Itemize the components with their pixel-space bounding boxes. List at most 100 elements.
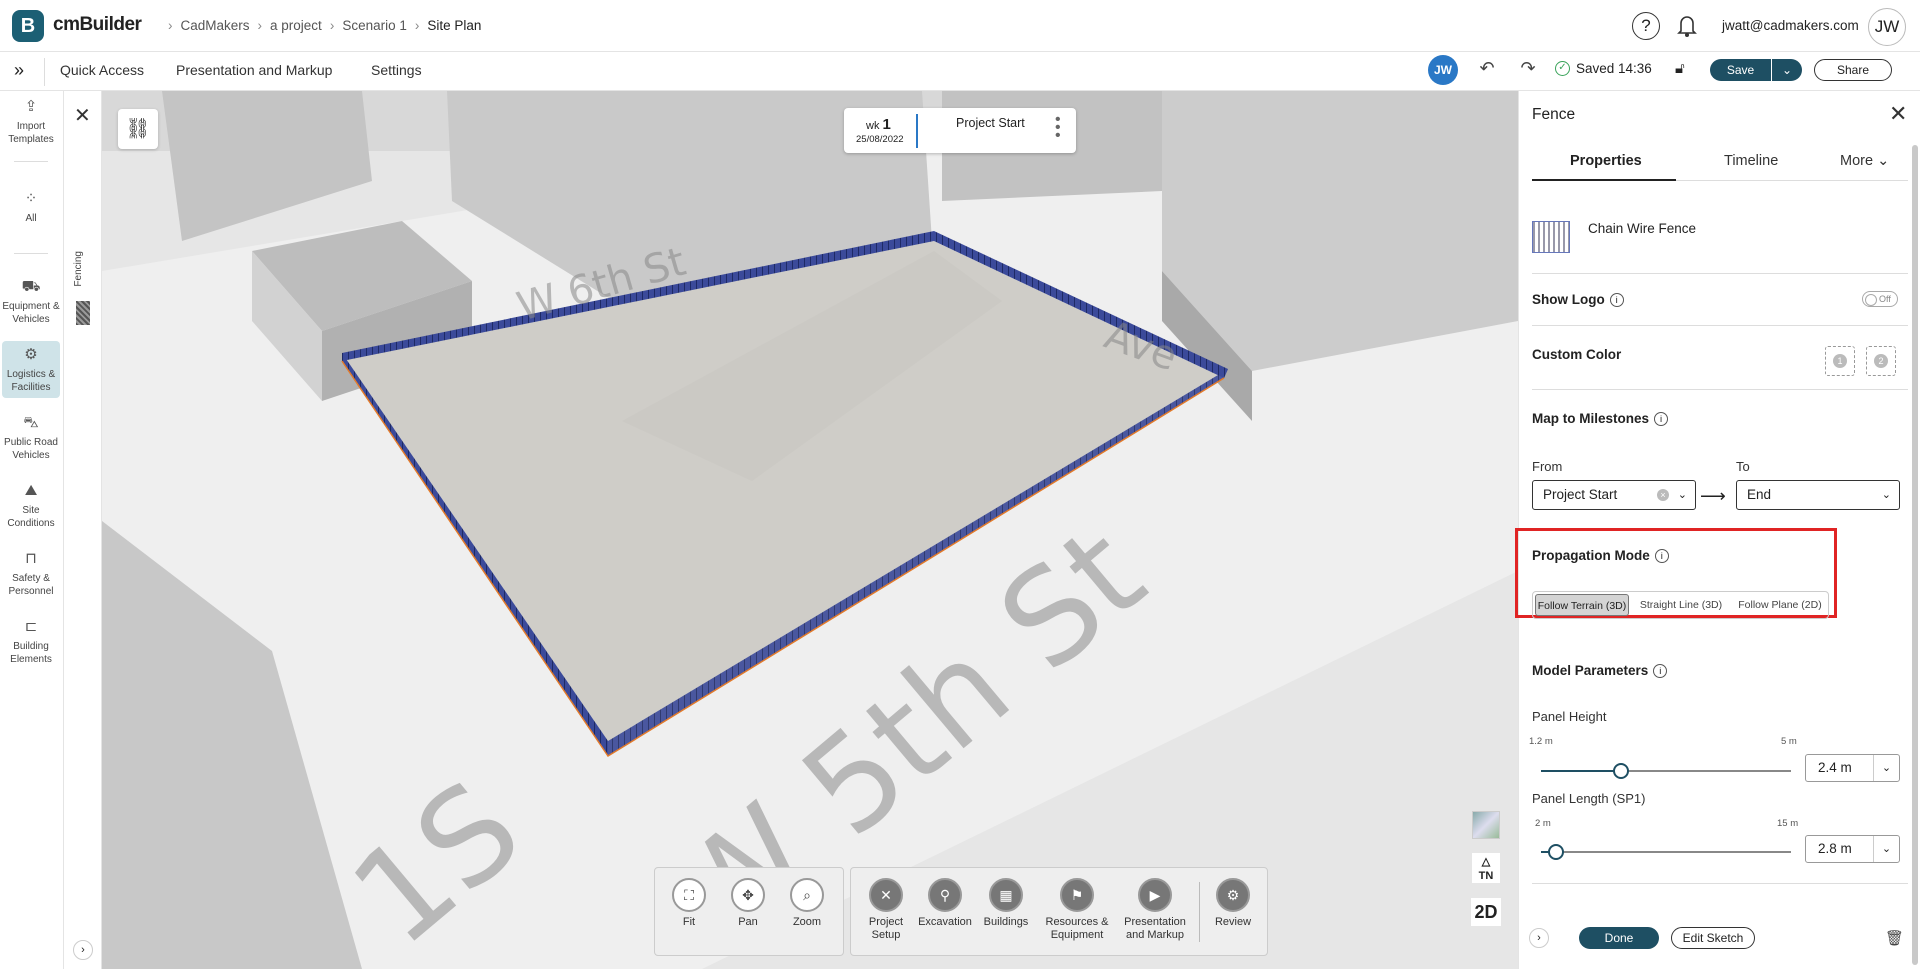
category-label: Fencing	[73, 251, 84, 287]
tab-more[interactable]: More ⌄	[1840, 153, 1889, 169]
panel-length-label: Panel Length (SP1)	[1532, 791, 1646, 806]
timeline-card[interactable]: wk 1 25/08/2022 Project Start • • •	[844, 108, 1076, 153]
avatar[interactable]: JW	[1868, 8, 1906, 46]
kebab-menu-icon[interactable]: • • •	[1055, 112, 1061, 144]
to-label: To	[1736, 459, 1750, 474]
expand-icon[interactable]: »	[14, 60, 24, 81]
excavation-button[interactable]: ⚲ Excavation	[915, 878, 975, 929]
car-icon: ⛍	[23, 414, 39, 431]
menu-settings[interactable]: Settings	[371, 62, 422, 78]
slider-min-label: 2 m	[1535, 818, 1551, 829]
menu-quick-access[interactable]: Quick Access	[60, 62, 144, 78]
panel-scrollbar[interactable]	[1912, 145, 1918, 965]
panel-length-slider[interactable]	[1541, 844, 1791, 860]
presentation-markup-button[interactable]: ▶ Presentation and Markup	[1119, 878, 1191, 941]
panel-title: Fence	[1532, 106, 1576, 123]
straight-line-option[interactable]: Straight Line (3D)	[1633, 594, 1729, 616]
custom-color-slot-2[interactable]: 2	[1866, 346, 1896, 376]
rail-logistics-facilities[interactable]: ⚙ Logistics & Facilities	[2, 341, 60, 398]
review-button[interactable]: ⚙ Review	[1203, 878, 1263, 929]
help-icon[interactable]: ?	[1632, 12, 1660, 40]
trash-icon[interactable]: 🗑︎	[1885, 929, 1904, 947]
3d-viewport[interactable]: W 6th St Ave 1S W 5th St ⛓︎ wk 1 25/08/2…	[102, 91, 1518, 969]
to-milestone-select[interactable]: End ⌄	[1736, 480, 1900, 510]
fit-button[interactable]: ⛶ Fit	[659, 878, 719, 929]
color-slot-number: 2	[1874, 354, 1888, 368]
save-button[interactable]: Save	[1710, 59, 1771, 81]
north-arrow-icon: △	[1481, 856, 1491, 868]
done-button[interactable]: Done	[1579, 927, 1659, 949]
menu-presentation-markup[interactable]: Presentation and Markup	[176, 62, 332, 78]
slider-handle[interactable]	[1613, 763, 1629, 779]
breadcrumb-item[interactable]: Scenario 1	[342, 18, 407, 33]
share-button[interactable]: Share	[1814, 59, 1892, 81]
show-logo-toggle[interactable]: Off	[1862, 291, 1898, 307]
review-icon: ⚙	[1216, 878, 1250, 912]
tab-timeline[interactable]: Timeline	[1724, 153, 1778, 169]
2d-toggle-button[interactable]: 2D	[1471, 898, 1501, 926]
breadcrumb-item[interactable]: CadMakers	[181, 18, 250, 33]
breadcrumb-item[interactable]: a project	[270, 18, 322, 33]
tool-label: Buildings	[983, 916, 1029, 928]
rail-site-conditions[interactable]: ⛰ Site Conditions	[2, 481, 60, 530]
user-badge[interactable]: JW	[1428, 55, 1458, 85]
panel-length-select[interactable]: 2.8 m ⌄	[1805, 835, 1900, 863]
model-parameters-label: Model Parameters i	[1532, 663, 1668, 679]
buildings-button[interactable]: ▦ Buildings	[976, 878, 1036, 929]
project-setup-button[interactable]: ✕ Project Setup	[856, 878, 916, 941]
chevron-down-icon: ⌄	[1881, 489, 1891, 501]
rail-building-elements[interactable]: ⊏ Building Elements	[2, 617, 60, 666]
rail-safety-personnel[interactable]: ⊓ Safety & Personnel	[2, 549, 60, 598]
active-tab-indicator	[1532, 179, 1676, 181]
follow-plane-option[interactable]: Follow Plane (2D)	[1733, 594, 1827, 616]
tab-properties[interactable]: Properties	[1570, 153, 1642, 169]
follow-terrain-option[interactable]: Follow Terrain (3D)	[1535, 594, 1629, 616]
resources-equipment-button[interactable]: ⚑ Resources & Equipment	[1042, 878, 1112, 941]
redo-icon[interactable]: ↷	[1515, 58, 1541, 84]
to-milestone-value: End	[1747, 487, 1772, 502]
info-icon[interactable]: i	[1654, 549, 1669, 564]
info-icon[interactable]: i	[1609, 293, 1624, 308]
tn-label: TN	[1478, 870, 1494, 882]
tool-label: Review	[1214, 916, 1252, 928]
from-milestone-select[interactable]: Project Start × ⌄	[1532, 480, 1696, 510]
chevron-right-icon[interactable]: ›	[73, 940, 93, 960]
close-icon[interactable]: ✕	[74, 103, 91, 128]
custom-color-slot-1[interactable]: 1	[1825, 346, 1855, 376]
rail-public-road-vehicles[interactable]: ⛍ Public Road Vehicles	[2, 413, 60, 462]
panel-height-select[interactable]: 2.4 m ⌄	[1805, 754, 1900, 782]
slider-handle[interactable]	[1548, 844, 1564, 860]
slider-fill	[1541, 770, 1621, 772]
chevron-down-icon: ⌄	[1873, 836, 1899, 862]
fit-icon: ⛶	[672, 878, 706, 912]
zoom-button[interactable]: ⌕ Zoom	[777, 878, 837, 929]
pan-button[interactable]: ✥ Pan	[718, 878, 778, 929]
info-icon[interactable]: i	[1653, 664, 1668, 679]
undo-icon[interactable]: ↶	[1474, 58, 1500, 84]
rail-all[interactable]: ⁘ All	[2, 189, 60, 225]
map-style-thumbnail[interactable]	[1472, 811, 1500, 839]
slider-max-label: 5 m	[1781, 736, 1797, 747]
navigation-toolbar: ⛶ Fit ✥ Pan ⌕ Zoom	[654, 867, 844, 956]
chevron-right-icon[interactable]: ›	[1529, 928, 1549, 948]
tool-label: Project Setup	[868, 916, 904, 941]
save-dropdown-button[interactable]: ⌄	[1772, 59, 1802, 81]
close-icon[interactable]: ✕	[1889, 101, 1907, 127]
bell-icon[interactable]	[1672, 10, 1702, 40]
chain-wire-fence-icon	[1532, 221, 1570, 253]
hierarchy-tree-button[interactable]: ⛓︎	[118, 109, 158, 149]
panel-height-slider[interactable]	[1541, 763, 1791, 779]
lock-icon[interactable]: 🔓︎	[1675, 60, 1685, 77]
info-icon[interactable]: i	[1654, 412, 1669, 427]
clear-icon[interactable]: ×	[1657, 489, 1669, 501]
rail-label: Building Elements	[10, 640, 52, 665]
terrain-icon: ⛰	[24, 482, 38, 499]
edit-sketch-button[interactable]: Edit Sketch	[1671, 927, 1755, 949]
fence-thumbnail[interactable]	[76, 301, 90, 325]
rail-import-templates[interactable]: ⇪ Import Templates	[2, 97, 60, 146]
app-logo[interactable]: B	[12, 10, 44, 42]
rail-equipment-vehicles[interactable]: ⛟ Equipment & Vehicles	[2, 277, 60, 326]
barrier-icon: ⊓	[25, 550, 37, 567]
user-email[interactable]: jwatt@cadmakers.com	[1722, 18, 1859, 33]
true-north-button[interactable]: △ TN	[1472, 853, 1500, 883]
